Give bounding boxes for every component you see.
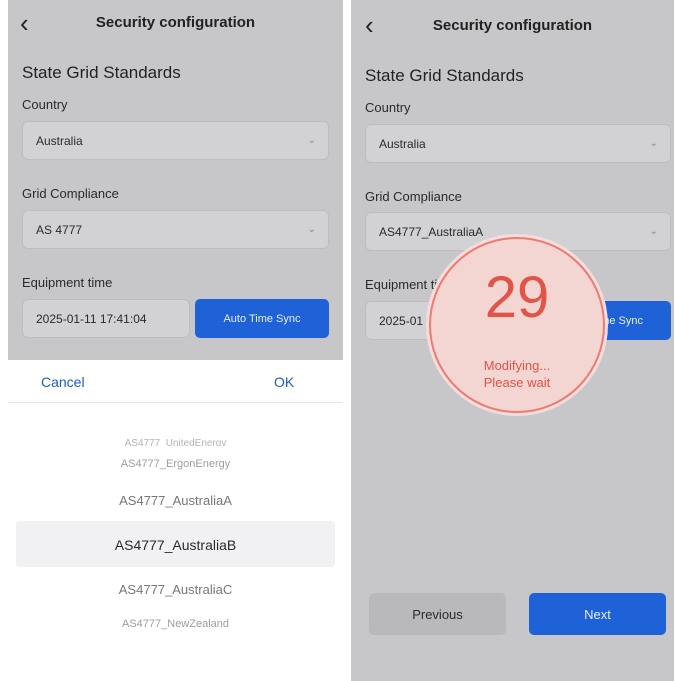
picker-option[interactable]: AS4777_UnitedEnergy [8, 438, 343, 446]
picker-toolbar: Cancel OK [8, 360, 343, 403]
picker-option-selected[interactable]: AS4777_AustraliaB [8, 537, 343, 553]
picker-option[interactable]: AS4777_AustraliaA [8, 493, 343, 508]
picker-cancel-button[interactable]: Cancel [41, 374, 85, 390]
picker-ok-button[interactable]: OK [274, 374, 294, 390]
picker-option[interactable]: AS4777_ErgonEnergy [8, 458, 343, 470]
previous-button[interactable]: Previous [369, 593, 506, 635]
equipment-time-field[interactable]: 2025-01-11 17:41:04 [22, 299, 190, 338]
chevron-down-icon: ⌄ [649, 225, 658, 237]
grid-compliance-select[interactable]: AS 4777 ⌄ [22, 210, 329, 249]
chevron-down-icon: ⌄ [307, 223, 316, 235]
countdown-number: 29 [484, 265, 550, 330]
country-label: Country [365, 100, 411, 115]
grid-compliance-label: Grid Compliance [365, 189, 462, 204]
picker-option[interactable]: AS4777_NewZealand [8, 618, 343, 630]
left-screen: ‹ Security configuration State Grid Stan… [8, 0, 343, 681]
chevron-down-icon: ⌄ [649, 137, 658, 149]
grid-compliance-value: AS4777_AustraliaA [379, 224, 484, 239]
section-title: State Grid Standards [22, 63, 181, 82]
auto-time-sync-button[interactable]: Auto Time Sync [195, 299, 329, 338]
right-screen: ‹ Security configuration State Grid Stan… [351, 0, 674, 681]
country-select[interactable]: Australia ⌄ [365, 124, 671, 163]
countdown-line-2: Please wait [483, 375, 551, 390]
countdown-line-1: Modifying... [483, 358, 551, 373]
countdown-overlay: 29 Modifying... Please wait [429, 237, 605, 413]
grid-compliance-value: AS 4777 [36, 222, 83, 237]
equipment-time-value: 2025-01-11 17:41:04 [36, 311, 147, 326]
country-value: Australia [36, 133, 83, 148]
equipment-time-label: Equipment time [22, 275, 113, 290]
equipment-time-value: 2025-01 [379, 313, 424, 328]
page-title: Security configuration [95, 14, 256, 31]
page-title: Security configuration [432, 17, 593, 34]
country-value: Australia [379, 136, 426, 151]
equipment-time-label: Equipment ti [365, 277, 438, 292]
grid-compliance-label: Grid Compliance [22, 186, 119, 201]
country-label: Country [22, 97, 68, 112]
picker-option[interactable]: AS4777_AustraliaC [8, 582, 343, 597]
next-button[interactable]: Next [529, 593, 666, 635]
section-title: State Grid Standards [365, 66, 524, 85]
chevron-down-icon: ⌄ [307, 134, 316, 146]
country-select[interactable]: Australia ⌄ [22, 121, 329, 160]
countdown-message: Modifying... Please wait [431, 357, 603, 391]
